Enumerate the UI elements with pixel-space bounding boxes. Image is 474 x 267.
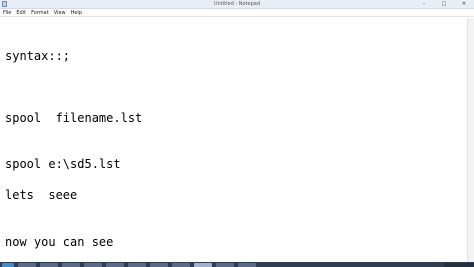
window-controls: – □ ✕ bbox=[420, 0, 468, 8]
taskbar-item[interactable] bbox=[40, 262, 58, 267]
text-editor-area[interactable]: syntax::; spool filename.lst spool e:\sd… bbox=[0, 18, 468, 262]
menu-edit[interactable]: Edit bbox=[16, 9, 26, 17]
menu-format[interactable]: Format bbox=[31, 9, 49, 17]
taskbar bbox=[0, 262, 474, 267]
editor-line: syntax::; bbox=[5, 49, 71, 63]
taskbar-item[interactable] bbox=[238, 262, 256, 267]
maximize-button[interactable]: □ bbox=[440, 0, 448, 8]
editor-line: spool e:\sd5.lst bbox=[5, 157, 121, 171]
taskbar-item-notepad[interactable] bbox=[194, 262, 212, 267]
taskbar-item[interactable] bbox=[84, 262, 102, 267]
taskbar-item[interactable] bbox=[216, 262, 234, 267]
editor-line: now you can see bbox=[5, 235, 114, 249]
vertical-scrollbar[interactable] bbox=[467, 18, 474, 262]
start-button[interactable] bbox=[2, 262, 14, 267]
menu-help[interactable]: Help bbox=[71, 9, 82, 17]
taskbar-item[interactable] bbox=[106, 262, 124, 267]
taskbar-item[interactable] bbox=[128, 262, 146, 267]
menu-file[interactable]: File bbox=[3, 9, 11, 17]
menu-view[interactable]: View bbox=[54, 9, 66, 17]
close-button[interactable]: ✕ bbox=[460, 0, 468, 8]
taskbar-item[interactable] bbox=[172, 262, 190, 267]
system-tray bbox=[444, 262, 474, 267]
taskbar-item[interactable] bbox=[150, 262, 168, 267]
minimize-button[interactable]: – bbox=[420, 0, 428, 8]
window-title: Untitled - Notepad bbox=[213, 1, 260, 7]
editor-line: spool filename.lst bbox=[5, 111, 143, 125]
menu-bar: File Edit Format View Help bbox=[0, 9, 474, 17]
taskbar-item[interactable] bbox=[62, 262, 80, 267]
taskbar-item[interactable] bbox=[18, 262, 36, 267]
editor-line: lets seee bbox=[5, 188, 78, 202]
